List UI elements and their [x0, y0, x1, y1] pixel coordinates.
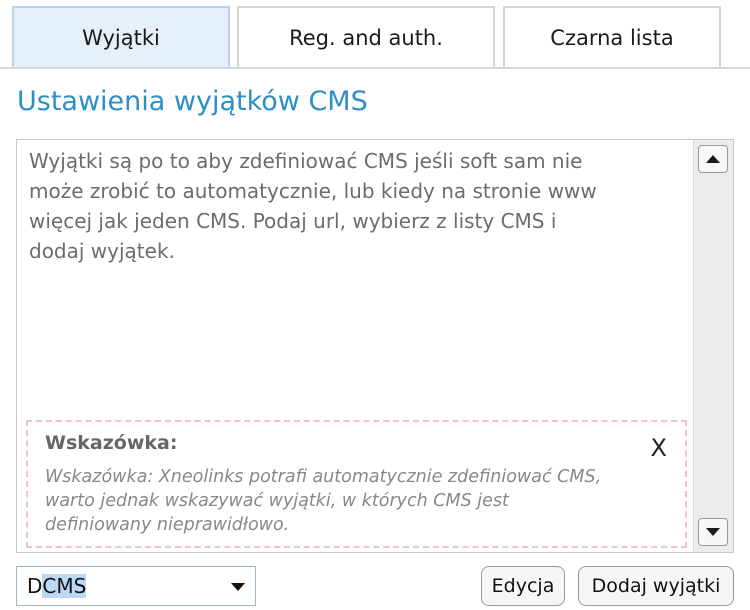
description-line: dodaj wyjątek. [29, 239, 175, 263]
tab-bar-divider [0, 67, 750, 69]
description-line: Wyjątki są po to aby zdefiniować CMS jeś… [29, 149, 583, 173]
tab-reg-auth-label: Reg. and auth. [289, 26, 443, 50]
edit-button[interactable]: Edycja [481, 566, 565, 606]
arrow-up-icon [706, 155, 720, 163]
cms-select-value-prefix: D [27, 574, 43, 598]
arrow-down-icon [706, 528, 720, 536]
description-line: może zrobić to automatycznie, lub kiedy … [29, 179, 597, 203]
add-exception-button[interactable]: Dodaj wyjątki [578, 566, 734, 606]
hint-line: warto jednak wskazywać wyjątki, w któryc… [45, 491, 509, 511]
chevron-down-icon [231, 583, 245, 591]
tab-bar: Wyjątki Reg. and auth. Czarna lista [0, 0, 750, 69]
cms-select[interactable]: DCMS [16, 566, 256, 606]
tab-exceptions[interactable]: Wyjątki [12, 6, 230, 68]
page-title: Ustawienia wyjątków CMS [17, 86, 368, 117]
hint-text: Wskazówka: Xneolinks potrafi automatyczn… [45, 465, 675, 537]
tab-exceptions-label: Wyjątki [82, 26, 160, 50]
description-textbox[interactable]: Wyjątki są po to aby zdefiniować CMS jeś… [16, 139, 734, 553]
tab-blacklist-label: Czarna lista [550, 26, 674, 50]
description-line: więcej jak jeden CMS. Podaj url, wybierz… [29, 209, 557, 233]
hint-box: Wskazówka: X Wskazówka: Xneolinks potraf… [26, 420, 687, 548]
tab-blacklist[interactable]: Czarna lista [503, 6, 721, 68]
hint-close-button[interactable]: X [651, 434, 667, 462]
cms-select-value-selected: CMS [42, 574, 87, 598]
description-text: Wyjątki są po to aby zdefiniować CMS jeś… [29, 146, 689, 266]
hint-line: Wskazówka: Xneolinks potrafi automatyczn… [45, 467, 602, 487]
cms-select-value: DCMS [27, 574, 87, 598]
hint-title: Wskazówka: [45, 432, 178, 454]
hint-line: definiowany nieprawidłowo. [45, 515, 290, 535]
scroll-down-button[interactable] [698, 518, 728, 546]
scroll-up-button[interactable] [698, 145, 728, 173]
tab-reg-auth[interactable]: Reg. and auth. [237, 6, 495, 68]
vertical-scrollbar[interactable] [693, 140, 733, 552]
